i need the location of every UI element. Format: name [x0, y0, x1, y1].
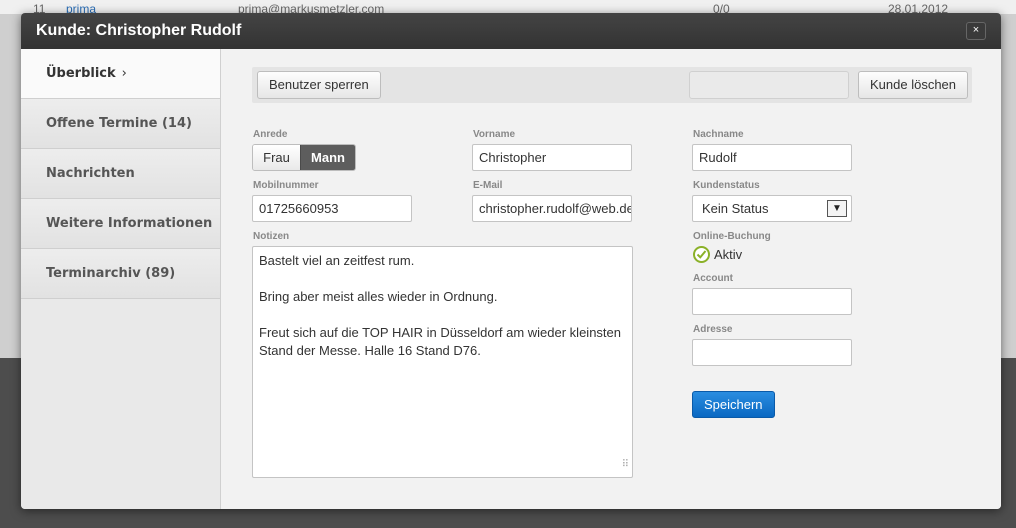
- adresse-label: Adresse: [693, 324, 733, 335]
- nachname-label: Nachname: [693, 129, 744, 140]
- anrede-label: Anrede: [253, 129, 288, 140]
- online-buchung-status: Aktiv: [714, 247, 743, 262]
- anrede-option-mann[interactable]: Mann: [300, 145, 355, 170]
- notizen-textarea[interactable]: Bastelt viel an zeitfest rum. Bring aber…: [252, 246, 633, 478]
- vorname-label: Vorname: [473, 129, 516, 140]
- account-field[interactable]: [692, 288, 852, 315]
- adresse-field[interactable]: [692, 339, 852, 366]
- sidebar-item-label: Weitere Informationen: [46, 216, 213, 231]
- online-buchung-label: Online-Buchung: [693, 231, 771, 242]
- toolbar: Benutzer sperren Kunde löschen: [252, 67, 972, 103]
- notizen-line: Freut sich auf die TOP HAIR in Düsseldor…: [259, 325, 621, 358]
- sidebar-item-label: Nachrichten: [46, 166, 135, 181]
- mobilnummer-field[interactable]: 01725660953: [252, 195, 412, 222]
- sidebar-item-weitere-informationen[interactable]: Weitere Informationen: [21, 199, 220, 249]
- vorname-field[interactable]: Christopher: [472, 144, 632, 171]
- email-label: E-Mail: [473, 180, 503, 191]
- kundenstatus-label: Kundenstatus: [693, 180, 760, 191]
- content-panel: Benutzer sperren Kunde löschen Anrede Fr…: [222, 49, 1001, 509]
- sidebar: Überblick › Offene Termine (14) Nachricht…: [21, 49, 221, 509]
- delete-customer-button[interactable]: Kunde löschen: [858, 71, 969, 99]
- sidebar-item-label: Terminarchiv (89): [46, 266, 176, 281]
- check-circle-icon: [693, 246, 710, 263]
- sidebar-item-label: Offene Termine (14): [46, 116, 192, 131]
- dialog-titlebar: Kunde: Christopher Rudolf ×: [21, 13, 1001, 49]
- sidebar-item-ueberblick[interactable]: Überblick ›: [21, 49, 220, 99]
- notizen-line: Bastelt viel an zeitfest rum.: [259, 253, 415, 268]
- notizen-line: Bring aber meist alles wieder in Ordnung…: [259, 289, 498, 304]
- email-field[interactable]: christopher.rudolf@web.de: [472, 195, 632, 222]
- chevron-right-icon: ›: [121, 66, 127, 81]
- resize-handle-icon[interactable]: ⠿: [622, 456, 629, 474]
- close-button[interactable]: ×: [966, 22, 986, 40]
- kundenstatus-select[interactable]: Kein Status ▼: [692, 195, 852, 222]
- save-button[interactable]: Speichern: [692, 391, 775, 418]
- mobilnummer-label: Mobilnummer: [253, 180, 319, 191]
- notizen-label: Notizen: [253, 231, 290, 242]
- kundenstatus-value: Kein Status: [702, 201, 769, 216]
- sidebar-item-nachrichten[interactable]: Nachrichten: [21, 149, 220, 199]
- customer-dialog: Kunde: Christopher Rudolf × Überblick › O…: [21, 13, 1001, 509]
- toolbar-search-input[interactable]: [689, 71, 849, 99]
- block-user-button[interactable]: Benutzer sperren: [257, 71, 381, 99]
- sidebar-item-terminarchiv[interactable]: Terminarchiv (89): [21, 249, 220, 299]
- account-label: Account: [693, 273, 733, 284]
- sidebar-item-label: Überblick: [46, 66, 116, 81]
- anrede-option-frau[interactable]: Frau: [253, 145, 300, 170]
- chevron-down-icon[interactable]: ▼: [827, 200, 847, 217]
- close-icon: ×: [972, 24, 980, 36]
- anrede-toggle: Frau Mann: [252, 144, 356, 171]
- nachname-field[interactable]: Rudolf: [692, 144, 852, 171]
- background-table-row: 11 prima prima@markusmetzler.com 0/0 28.…: [0, 0, 1016, 16]
- sidebar-item-offene-termine[interactable]: Offene Termine (14): [21, 99, 220, 149]
- dialog-title: Kunde: Christopher Rudolf: [36, 22, 242, 39]
